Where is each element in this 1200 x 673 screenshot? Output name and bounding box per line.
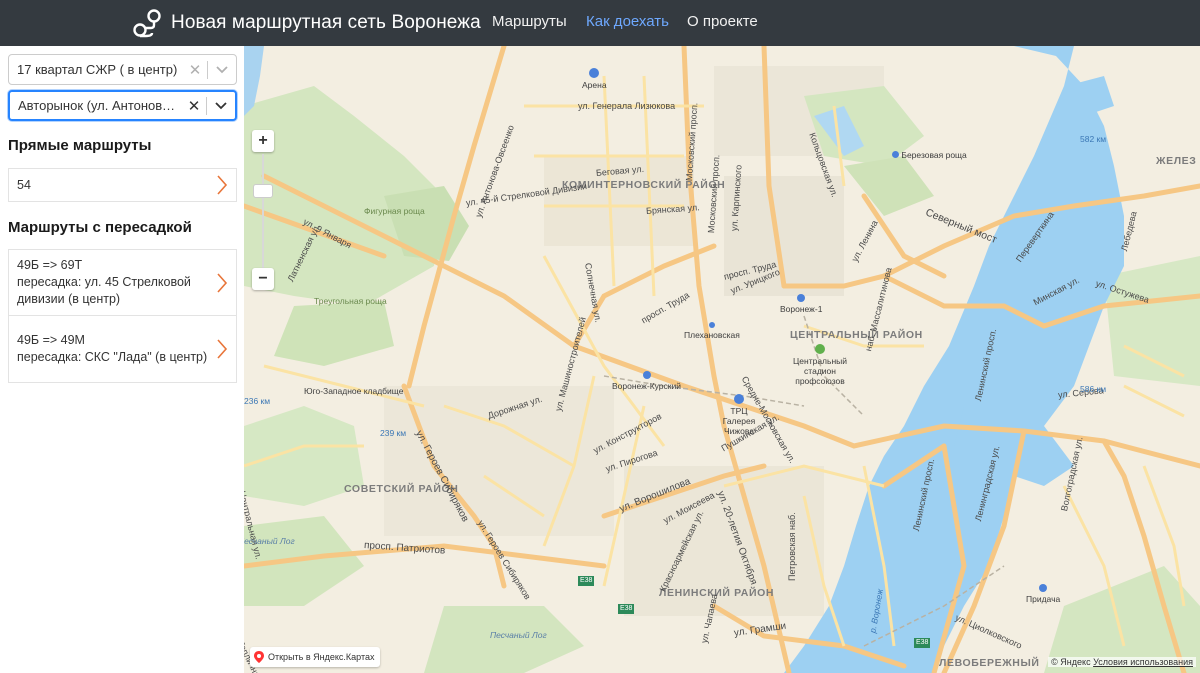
top-navbar: Новая маршрутная сеть Воронежа Маршруты … xyxy=(0,0,1200,46)
transfer-stop: пересадка: СКС "Лада" (в центр) xyxy=(17,350,208,364)
road-shield: E38 xyxy=(618,604,635,614)
map-base-layer xyxy=(244,46,1200,673)
poi-label: Плехановская xyxy=(684,330,740,340)
chevron-down-icon[interactable] xyxy=(208,55,236,84)
poi-label: Березовая роща xyxy=(901,150,967,160)
zoom-in-button[interactable]: + xyxy=(252,130,274,152)
zoom-slider-track[interactable] xyxy=(262,154,264,276)
close-icon[interactable]: ✕ xyxy=(182,97,206,115)
map-copyright: © Яндекс Условия использования xyxy=(1048,657,1196,667)
poi-park: Фигурная роща xyxy=(364,206,425,216)
km-mark: 239 км xyxy=(380,428,407,438)
direct-routes-title: Прямые маршруты xyxy=(8,137,152,154)
copyright-text: © Яндекс xyxy=(1051,657,1091,667)
sidebar: 17 квартал СЖР ( в центр) ✕ Авторынок (у… xyxy=(0,46,244,673)
transfer-route-numbers: 49Б => 69Т xyxy=(17,258,83,272)
district-name: ЖЕЛЕЗ xyxy=(1156,155,1197,167)
train-icon xyxy=(797,294,806,302)
road-shield: E38 xyxy=(578,576,595,586)
poi-park[interactable]: Березовая роща xyxy=(892,150,967,160)
transfer-route-numbers: 49Б => 49М xyxy=(17,333,85,347)
district-name: ЛЕВОБЕРЕЖНЫЙ xyxy=(939,657,1040,669)
poi-station[interactable]: Придача xyxy=(1026,584,1060,604)
district-label: ЦЕНТРАЛЬНЫЙ РАЙОН xyxy=(790,329,923,341)
transfer-route-item[interactable]: 49Б => 49М пересадка: СКС "Лада" (в цент… xyxy=(8,315,237,383)
poi-station[interactable]: Плехановская xyxy=(684,320,740,340)
chevron-right-icon xyxy=(208,339,236,359)
km-mark: 236 км xyxy=(244,396,271,406)
poi-mall[interactable]: ТРЦ Галерея Чижова xyxy=(714,394,764,436)
transfer-routes-title: Маршруты с пересадкой xyxy=(8,219,192,236)
nav-link-about[interactable]: О проекте xyxy=(687,0,758,46)
poi-valley: Песчаный Лог xyxy=(244,536,295,546)
zoom-out-button[interactable]: − xyxy=(252,268,274,290)
from-stop-value: 17 квартал СЖР ( в центр) xyxy=(17,62,178,77)
stadium-icon xyxy=(815,344,825,354)
km-mark: 582 км xyxy=(1080,134,1107,144)
stadium-icon xyxy=(589,68,600,78)
street-label: Петровская наб. xyxy=(787,512,797,581)
transfer-stop: пересадка: ул. 45 Стрелковой дивизии (в … xyxy=(17,275,191,306)
poi-park: Треугольная роща xyxy=(314,296,387,306)
chevron-down-icon[interactable] xyxy=(207,92,235,119)
close-icon[interactable]: ✕ xyxy=(183,61,207,79)
poi-arena[interactable]: Арена xyxy=(582,68,607,90)
district-name: ЦЕНТРАЛЬНЫЙ РАЙОН xyxy=(790,329,923,341)
train-icon xyxy=(1039,584,1048,592)
train-icon xyxy=(642,371,651,379)
district-label: ЖЕЛЕЗ xyxy=(1156,155,1196,167)
brand-title: Новая маршрутная сеть Воронежа xyxy=(171,12,481,33)
to-stop-select[interactable]: Авторынок (ул. Антонова-Овсеенко) ✕ xyxy=(8,90,237,121)
street-label: ул. Генерала Лизюкова xyxy=(578,101,676,111)
route-logo-icon xyxy=(133,9,161,38)
poi-station[interactable]: Воронеж-Курский xyxy=(612,371,681,391)
poi-label: Арена xyxy=(582,80,607,90)
zoom-slider-thumb[interactable] xyxy=(253,184,273,198)
poi-cemetery: Юго-Западное кладбище xyxy=(304,386,404,396)
nav-link-routes[interactable]: Маршруты xyxy=(492,0,567,46)
metro-icon xyxy=(892,151,899,158)
poi-station[interactable]: Воронеж-1 xyxy=(780,294,822,314)
chevron-right-icon xyxy=(208,272,236,293)
transfer-route-text: 49Б => 49М пересадка: СКС "Лада" (в цент… xyxy=(9,324,208,374)
transfer-route-text: 49Б => 69Т пересадка: ул. 45 Стрелковой … xyxy=(9,249,208,316)
train-icon xyxy=(708,322,715,328)
poi-label: Придача xyxy=(1026,594,1061,604)
poi-label: ТРЦ Галерея Чижова xyxy=(722,406,756,436)
route-number: 54 xyxy=(17,177,31,192)
poi-label: Центральный стадион профсоюзов xyxy=(793,356,847,386)
to-stop-value: Авторынок (ул. Антонова-Овсеенко) xyxy=(18,98,182,113)
poi-valley: Песчаный Лог xyxy=(490,630,547,640)
poi-label: Воронеж-Курский xyxy=(612,381,681,391)
map-canvas[interactable]: + − КОМИНТЕРНОВСКИЙ РАЙОН ЦЕНТРАЛЬНЫЙ РА… xyxy=(244,46,1200,673)
poi-label: Воронеж-1 xyxy=(780,304,823,314)
chevron-right-icon xyxy=(208,175,236,195)
open-link-label: Открыть в Яндекс.Картах xyxy=(268,652,375,662)
map-pin-icon xyxy=(254,651,264,663)
district-label: ЛЕВОБЕРЕЖНЫЙ xyxy=(939,657,1040,669)
shopping-icon xyxy=(734,394,744,404)
km-mark: 586 км xyxy=(1080,384,1107,394)
brand-link[interactable]: Новая маршрутная сеть Воронежа xyxy=(130,0,481,46)
road-shield: E38 xyxy=(914,638,931,648)
transfer-route-item[interactable]: 49Б => 69Т пересадка: ул. 45 Стрелковой … xyxy=(8,249,237,316)
from-stop-select[interactable]: 17 квартал СЖР ( в центр) ✕ xyxy=(8,54,237,85)
nav-link-how-to-get[interactable]: Как доехать xyxy=(586,0,669,46)
open-yandex-maps-link[interactable]: Открыть в Яндекс.Картах xyxy=(250,647,381,667)
terms-link[interactable]: Условия использования xyxy=(1093,657,1193,667)
direct-route-item[interactable]: 54 xyxy=(8,168,237,202)
poi-stadium[interactable]: Центральный стадион профсоюзов xyxy=(784,344,856,386)
